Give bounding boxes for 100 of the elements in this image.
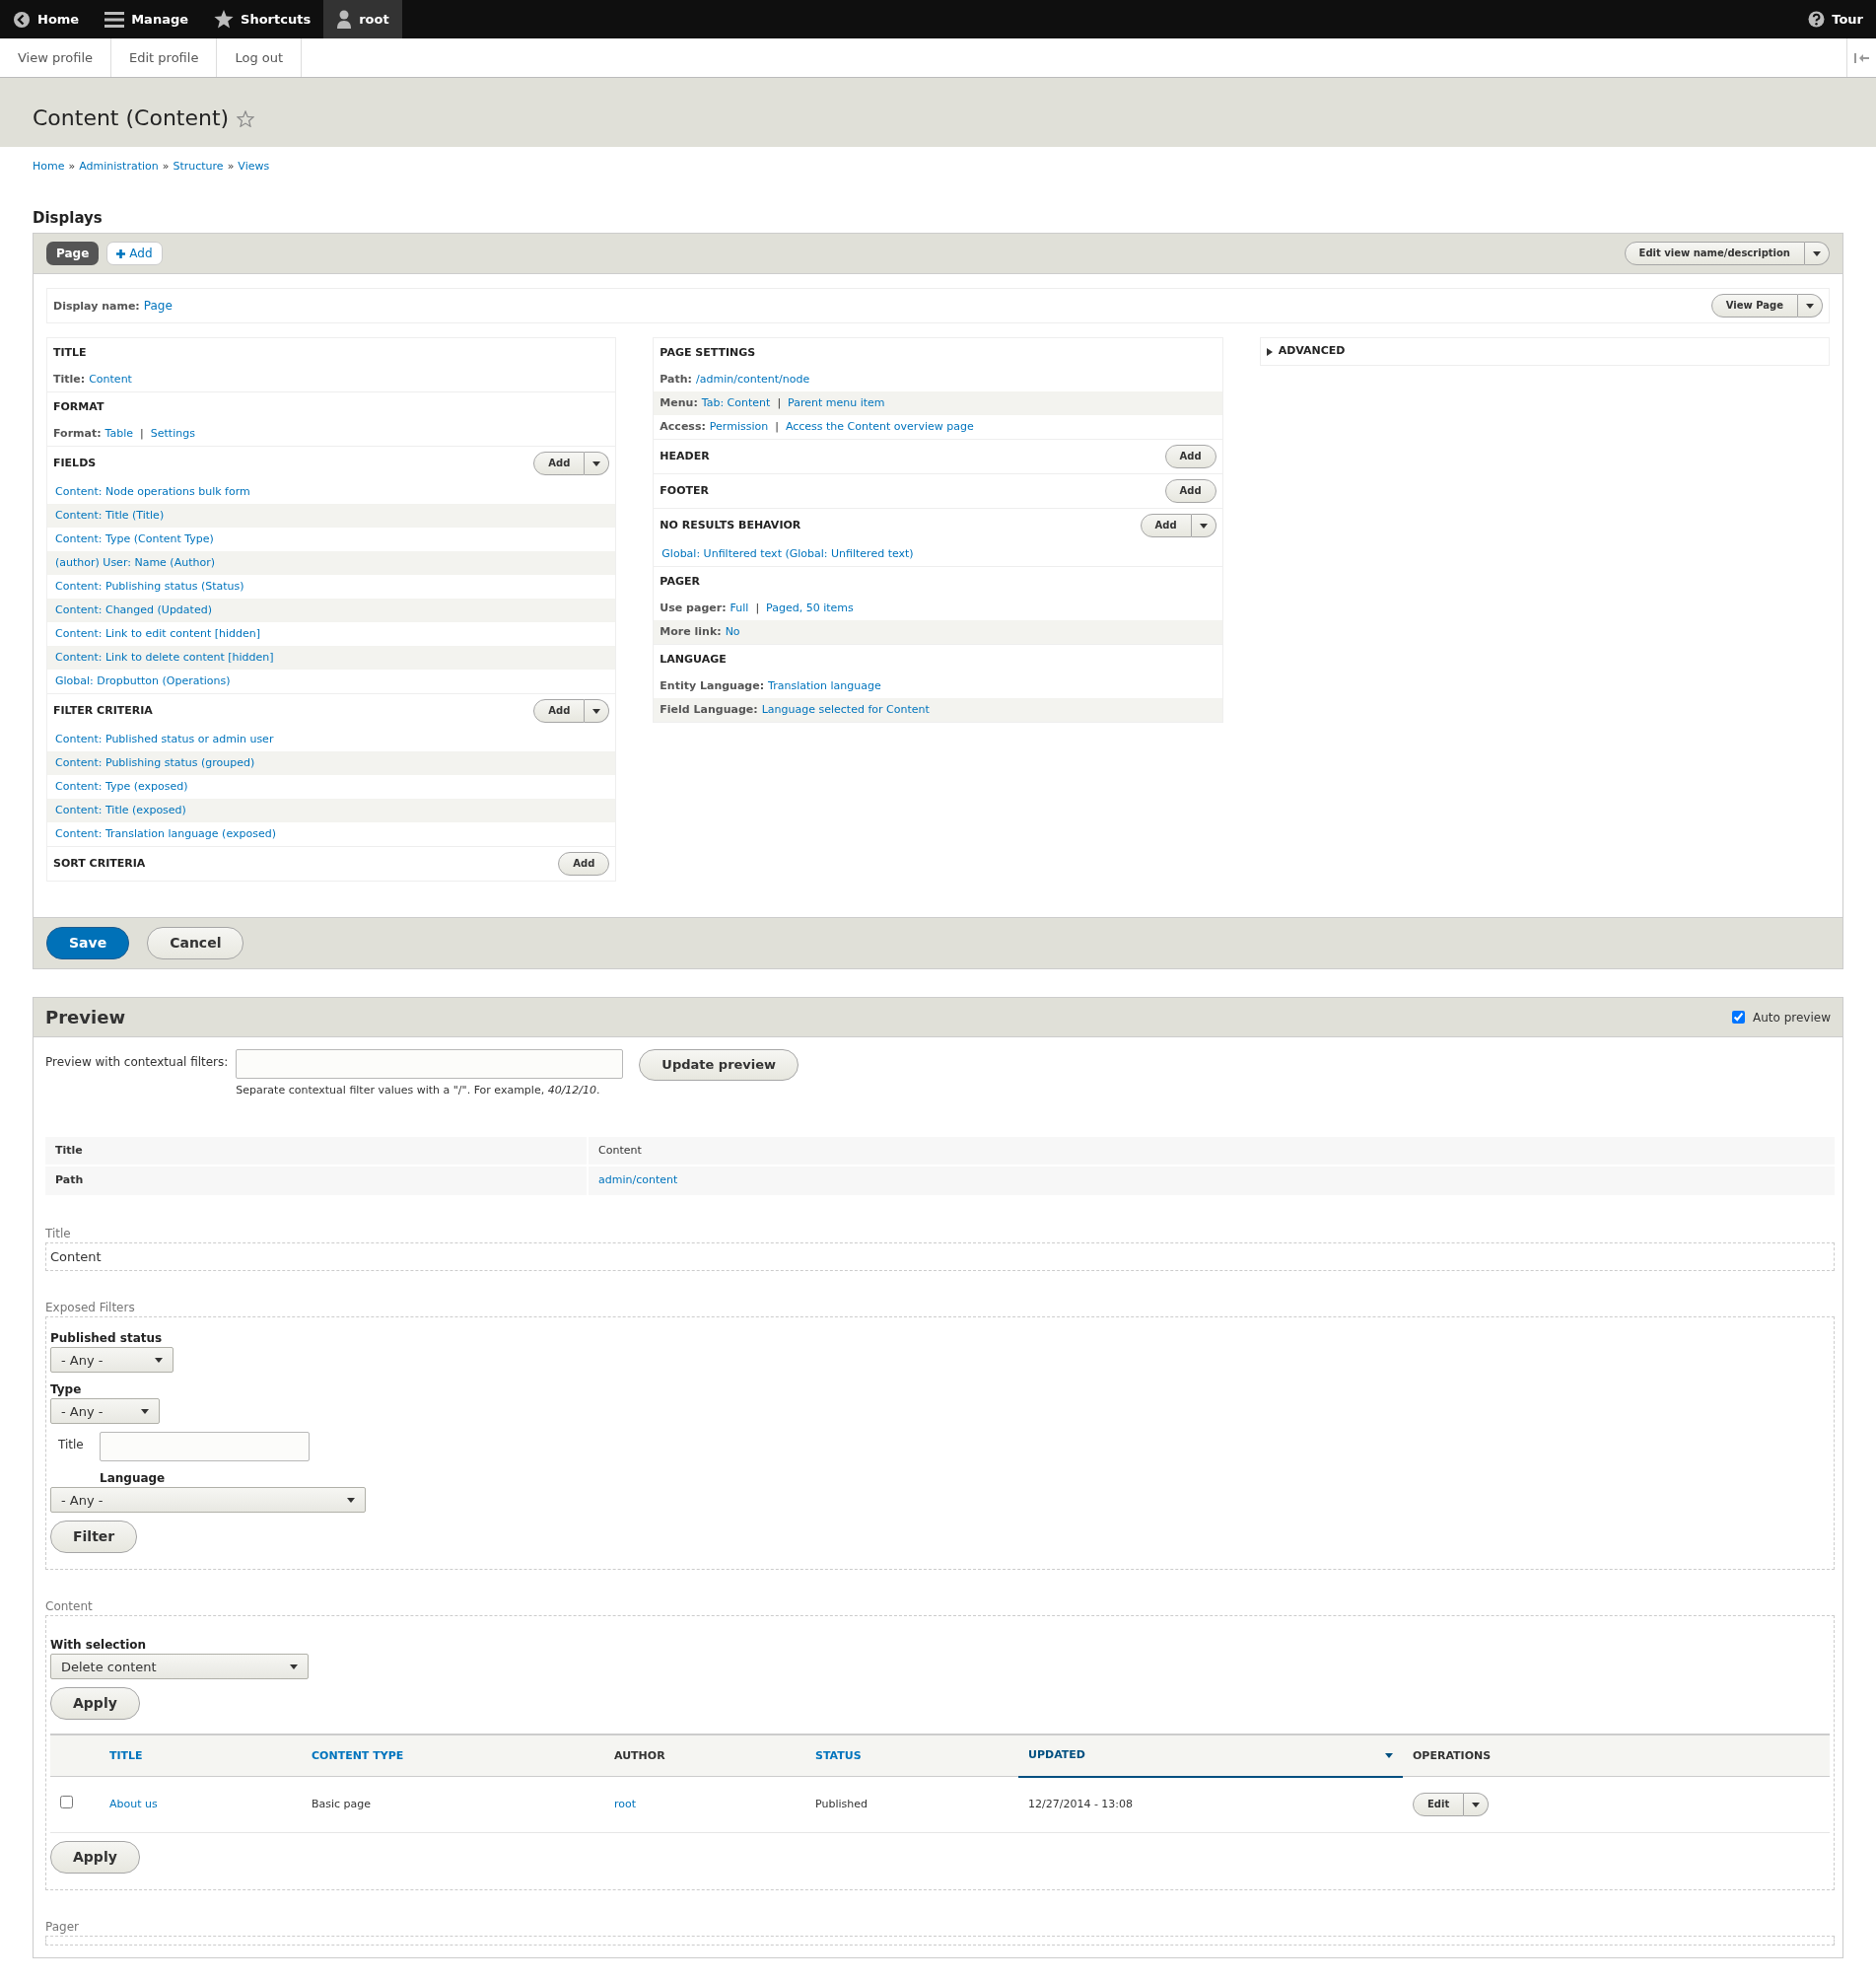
add-display-button[interactable]: Add xyxy=(106,242,163,266)
add-button[interactable]: Add xyxy=(1164,479,1216,504)
item-link[interactable]: Content: Title (Title) xyxy=(55,509,165,523)
item-link[interactable]: Global: Unfiltered text (Global: Unfiltered text) xyxy=(661,547,914,561)
save-button[interactable]: Save xyxy=(46,927,130,960)
separator-text: | xyxy=(755,602,760,615)
add-button[interactable]: Add xyxy=(1164,445,1216,469)
dropdown-toggle[interactable] xyxy=(585,452,610,476)
star-icon[interactable] xyxy=(237,109,255,127)
setting-link[interactable]: Settings xyxy=(150,427,195,441)
setting-link[interactable]: Tab: Content xyxy=(701,396,771,410)
back-icon xyxy=(13,10,31,29)
view-page-button[interactable]: View Page xyxy=(1710,294,1798,319)
filter-button[interactable]: Filter xyxy=(50,1521,138,1554)
field-label: Preview with contextual filters: xyxy=(45,1054,229,1072)
section-title: FOOTER xyxy=(660,483,710,500)
column-sort-link[interactable]: TITLE xyxy=(109,1747,143,1765)
item-link[interactable]: Content: Publishing status (grouped) xyxy=(55,756,255,770)
apply-button[interactable]: Apply xyxy=(50,1687,140,1721)
item-link[interactable]: Global: Dropbutton (Operations) xyxy=(55,674,231,688)
update-preview-button[interactable]: Update preview xyxy=(639,1049,799,1081)
cancel-button[interactable]: Cancel xyxy=(147,927,244,960)
item-link[interactable]: Content: Type (exposed) xyxy=(55,780,188,794)
item-link[interactable]: (author) User: Name (Author) xyxy=(55,556,215,570)
help-icon xyxy=(1808,11,1826,28)
setting-label: Access: xyxy=(660,420,706,434)
dropdown-toggle[interactable] xyxy=(1798,294,1823,319)
setting-link[interactable]: Translation language xyxy=(768,679,881,693)
tray-link[interactable]: Log out xyxy=(217,38,303,77)
edit-view-button[interactable]: Edit view name/description xyxy=(1624,242,1805,266)
select-field[interactable]: Delete content xyxy=(50,1654,309,1680)
table-cell: Path xyxy=(45,1166,588,1196)
setting-link[interactable]: Full xyxy=(730,602,749,615)
toolbar-tab[interactable]: root xyxy=(323,0,402,38)
orientation-toggle-icon[interactable] xyxy=(1853,52,1870,63)
dropdown-toggle[interactable] xyxy=(1191,514,1216,538)
dropdown-toggle[interactable] xyxy=(1464,1793,1490,1817)
column-sort-link[interactable]: CONTENT TYPE xyxy=(312,1747,404,1765)
field-label: Title xyxy=(58,1437,84,1454)
separator-text: | xyxy=(775,420,779,434)
toolbar-tab[interactable]: Manage xyxy=(92,0,202,38)
author-link[interactable]: root xyxy=(614,1798,637,1811)
setting-link[interactable]: Table xyxy=(104,427,134,441)
help-text: Separate contextual filter values with a "/". For example, 40/12/10. xyxy=(236,1083,601,1099)
item-link[interactable]: Content: Translation language (exposed) xyxy=(55,827,276,841)
fieldset-legend: Pager xyxy=(45,1918,1835,1937)
breadcrumb-link[interactable]: Home xyxy=(33,160,65,174)
setting-link[interactable]: Page xyxy=(143,299,173,314)
column-sort-link[interactable]: STATUS xyxy=(815,1747,862,1765)
setting-link[interactable]: Permission xyxy=(709,420,769,434)
setting-label: Use pager: xyxy=(660,602,727,615)
text-input[interactable] xyxy=(99,1432,310,1462)
row-checkbox[interactable] xyxy=(60,1796,73,1809)
tour-button[interactable]: Tour xyxy=(1795,0,1876,38)
setting-link[interactable]: No xyxy=(725,625,740,639)
section-title[interactable]: ADVANCED xyxy=(1278,343,1346,360)
item-link[interactable]: Content: Node operations bulk form xyxy=(55,485,250,499)
setting-link[interactable]: /admin/content/node xyxy=(696,373,810,387)
fieldset-legend: Exposed Filters xyxy=(45,1299,1835,1317)
item-link[interactable]: Content: Changed (Updated) xyxy=(55,603,212,617)
contextual-filter-input[interactable] xyxy=(236,1049,624,1080)
dropdown-toggle[interactable] xyxy=(1805,242,1830,266)
breadcrumb-link[interactable]: Views xyxy=(238,160,270,174)
add-button[interactable]: Add xyxy=(558,852,610,877)
menu-icon xyxy=(104,10,125,29)
toolbar-tab[interactable]: Home xyxy=(0,0,93,38)
select-field[interactable]: - Any - xyxy=(50,1398,160,1425)
auto-preview-checkbox[interactable] xyxy=(1732,1011,1745,1025)
field-label: Published status xyxy=(50,1330,164,1348)
item-link[interactable]: Content: Type (Content Type) xyxy=(55,532,214,546)
select-field[interactable]: - Any - xyxy=(50,1487,366,1514)
column-sort-link[interactable]: UPDATED xyxy=(1028,1747,1085,1764)
item-link[interactable]: Content: Title (exposed) xyxy=(55,804,186,817)
node-link[interactable]: About us xyxy=(109,1798,158,1811)
expand-icon[interactable] xyxy=(1266,347,1273,356)
toolbar-tab[interactable]: Shortcuts xyxy=(201,0,324,38)
tray-link[interactable]: View profile xyxy=(0,38,112,77)
add-button[interactable]: Add xyxy=(533,699,586,724)
setting-link[interactable]: Access the Content overview page xyxy=(785,420,974,434)
dropdown-toggle[interactable] xyxy=(585,699,610,724)
add-button[interactable]: Add xyxy=(533,452,586,476)
setting-label: Display name: xyxy=(53,300,140,314)
caret-icon xyxy=(1472,1802,1481,1807)
path-link[interactable]: admin/content xyxy=(598,1173,678,1187)
apply-button[interactable]: Apply xyxy=(50,1841,140,1875)
add-button[interactable]: Add xyxy=(1140,514,1192,538)
item-link[interactable]: Content: Publishing status (Status) xyxy=(55,580,244,594)
setting-link[interactable]: Parent menu item xyxy=(788,396,885,410)
setting-link[interactable]: Content xyxy=(89,373,132,387)
item-link[interactable]: Content: Link to edit content [hidden] xyxy=(55,627,261,641)
display-tab[interactable]: Page xyxy=(46,242,100,266)
setting-link[interactable]: Language selected for Content xyxy=(761,703,930,717)
item-link[interactable]: Content: Published status or admin user xyxy=(55,733,274,746)
breadcrumb-link[interactable]: Administration xyxy=(79,160,159,174)
tray-link[interactable]: Edit profile xyxy=(111,38,218,77)
caret-icon xyxy=(141,1408,149,1414)
setting-link[interactable]: Paged, 50 items xyxy=(766,602,854,615)
edit-button[interactable]: Edit xyxy=(1413,1793,1465,1817)
select-field[interactable]: - Any - xyxy=(50,1347,174,1374)
breadcrumb-link[interactable]: Structure xyxy=(173,160,224,174)
